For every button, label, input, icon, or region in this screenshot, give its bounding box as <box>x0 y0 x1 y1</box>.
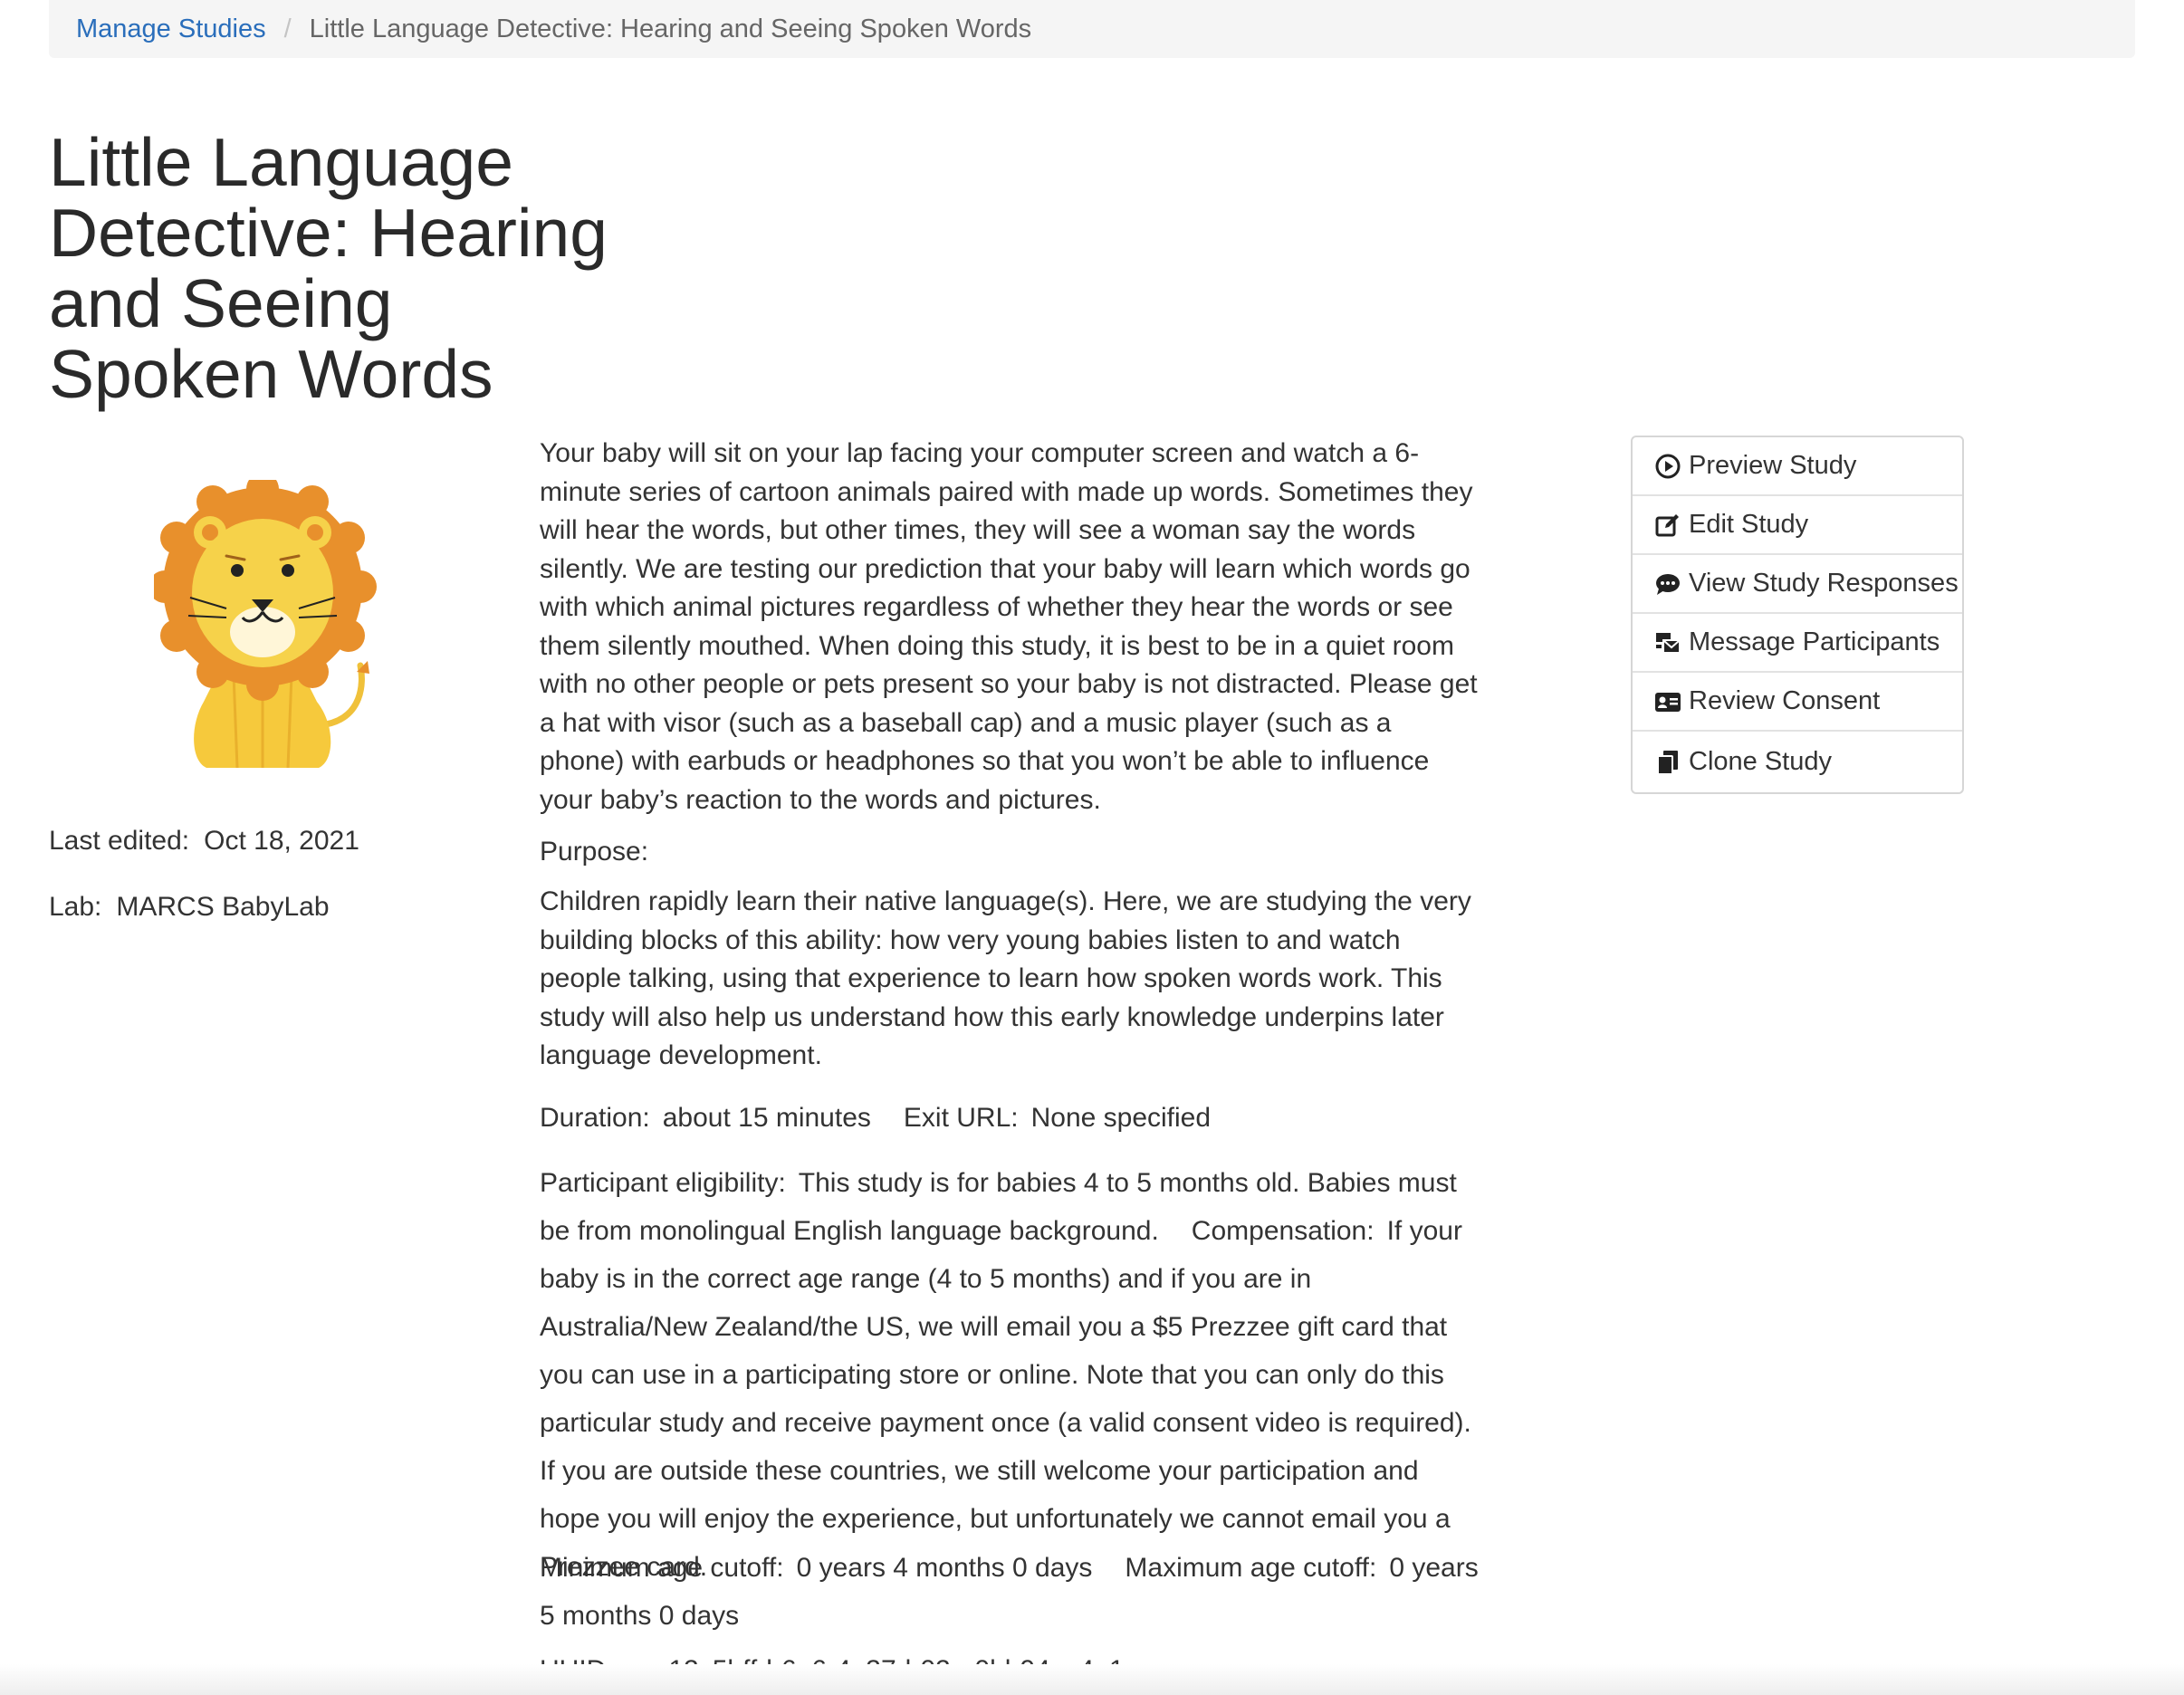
study-description: Your baby will sit on your lap facing yo… <box>540 438 1478 815</box>
play-circle-icon <box>1655 454 1681 478</box>
id-card-icon <box>1655 692 1681 712</box>
duration-value: about 15 minutes <box>662 1103 871 1133</box>
duration-label: Duration: <box>540 1103 650 1133</box>
exit-url-value: None specified <box>1030 1103 1212 1133</box>
compensation-label: Compensation: <box>1191 1216 1375 1246</box>
max-age-label: Maximum age cutoff: <box>1125 1553 1377 1583</box>
eligibility-label: Participant eligibility: <box>540 1168 786 1198</box>
last-edited: Last edited: Oct 18, 2021 <box>49 826 359 857</box>
view-study-responses-button[interactable]: View Study Responses <box>1633 555 1962 614</box>
breadcrumb-separator: / <box>283 14 292 43</box>
preview-study-button[interactable]: Preview Study <box>1633 437 1962 496</box>
breadcrumb-current: Little Language Detective: Hearing and S… <box>309 14 1032 43</box>
eligibility-compensation: Participant eligibility: This study is fo… <box>540 1159 1481 1591</box>
message-participants-button[interactable]: Message Participants <box>1633 614 1962 673</box>
age-cutoffs: Minimum age cutoff: 0 years 4 months 0 da… <box>540 1544 1481 1640</box>
duration-exit-row: Duration: about 15 minutes Exit URL: None s… <box>540 1094 1481 1142</box>
review-consent-label: Review Consent <box>1689 686 1881 715</box>
mail-bulk-icon <box>1656 632 1681 654</box>
exit-url-label: Exit URL: <box>903 1103 1019 1133</box>
study-actions-list: Preview Study Edit Study View Study Resp… <box>1631 436 1964 794</box>
lab: Lab: MARCS BabyLab <box>49 892 330 923</box>
compensation-value: If your baby is in the correct age range… <box>540 1216 1471 1582</box>
breadcrumb-manage-studies-link[interactable]: Manage Studies <box>76 14 266 44</box>
min-age-label: Minimum age cutoff: <box>540 1553 784 1583</box>
preview-study-label: Preview Study <box>1689 451 1857 480</box>
review-consent-button[interactable]: Review Consent <box>1633 673 1962 732</box>
page-title: Little Language Detective: Hearing and S… <box>49 124 608 412</box>
lab-value: MARCS BabyLab <box>116 892 330 922</box>
message-participants-label: Message Participants <box>1689 627 1940 656</box>
breadcrumb: Manage Studies / Little Language Detecti… <box>49 0 2135 58</box>
view-study-responses-label: View Study Responses <box>1689 569 1959 598</box>
edit-icon <box>1655 513 1679 536</box>
lion-illustration <box>154 480 377 769</box>
copy-icon <box>1657 750 1678 775</box>
last-edited-value: Oct 18, 2021 <box>204 826 359 856</box>
bottom-shadow <box>0 1664 2184 1695</box>
last-edited-label: Last edited: <box>49 826 190 856</box>
edit-study-button[interactable]: Edit Study <box>1633 496 1962 555</box>
edit-study-label: Edit Study <box>1689 510 1809 539</box>
lab-label: Lab: <box>49 892 102 922</box>
comment-dots-icon <box>1656 573 1680 595</box>
min-age-value: 0 years 4 months 0 days <box>796 1553 1093 1583</box>
purpose-text: Children rapidly learn their native lang… <box>540 886 1471 1070</box>
clone-study-label: Clone Study <box>1689 747 1832 776</box>
clone-study-button[interactable]: Clone Study <box>1633 732 1962 792</box>
purpose-label: Purpose: <box>540 837 649 867</box>
